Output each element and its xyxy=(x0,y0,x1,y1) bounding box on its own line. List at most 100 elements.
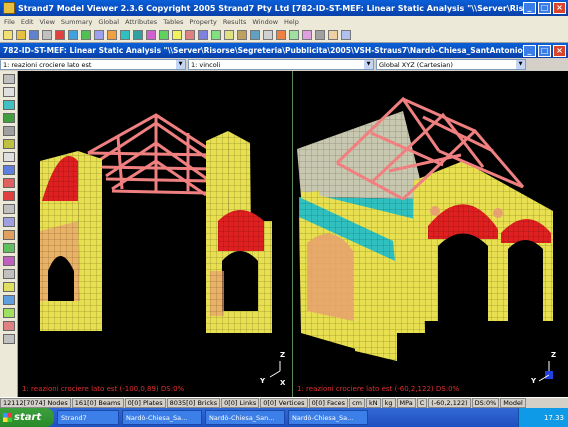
group-icon[interactable] xyxy=(2,230,15,240)
property-icon[interactable] xyxy=(2,256,15,266)
case-selectors: 1: reazioni crociere lato est ▼ 1: vinco… xyxy=(0,59,568,71)
open-folder-icon[interactable] xyxy=(16,29,26,40)
chevron-down-icon[interactable]: ▼ xyxy=(364,60,373,69)
viewport-right-label: 1: reazioni crociere lato est (-60,2,122… xyxy=(297,385,460,393)
rotate-icon[interactable] xyxy=(146,29,156,40)
menu-file[interactable]: File xyxy=(4,18,15,26)
freedom-case-select[interactable]: 1: vincoli ▼ xyxy=(188,59,374,70)
new-icon[interactable] xyxy=(3,29,13,40)
entity-icon[interactable] xyxy=(2,243,15,253)
redo-icon[interactable] xyxy=(107,29,117,40)
restraint-icon[interactable] xyxy=(2,191,15,201)
shade-icon[interactable] xyxy=(2,308,15,318)
menu-tables[interactable]: Tables xyxy=(163,18,183,26)
load-case-select[interactable]: 1: reazioni crociere lato est ▼ xyxy=(0,59,186,70)
taskbar: start Strand7 Nardò-Chiesa_Sa... Nardò-C… xyxy=(0,408,568,427)
face-icon[interactable] xyxy=(2,165,15,175)
view-y-icon[interactable] xyxy=(211,29,221,40)
close-button[interactable]: × xyxy=(553,2,566,14)
results-icon[interactable] xyxy=(276,29,286,40)
light-icon[interactable] xyxy=(172,29,182,40)
doc-close-button[interactable]: × xyxy=(553,44,566,57)
animate-icon[interactable] xyxy=(315,29,325,40)
chevron-down-icon[interactable]: ▼ xyxy=(516,60,525,69)
print-icon[interactable] xyxy=(42,29,52,40)
start-button[interactable]: start xyxy=(0,408,54,427)
link-icon[interactable] xyxy=(2,139,15,149)
minimize-button[interactable]: _ xyxy=(523,2,536,14)
menu-bar: File Edit View Summary Global Attributes… xyxy=(0,16,568,27)
status-beams: 161[0] Beams xyxy=(71,398,124,408)
filter-icon[interactable] xyxy=(2,269,15,279)
vector-icon[interactable] xyxy=(302,29,312,40)
freedom-case-value: 1: vincoli xyxy=(191,60,221,69)
maximize-button[interactable]: □ xyxy=(538,2,551,14)
display-icon[interactable] xyxy=(2,282,15,292)
load-case-value: 1: reazioni crociere lato est xyxy=(3,60,92,69)
taskbar-item-doc2[interactable]: Nardò-Chiesa_San... xyxy=(205,410,285,425)
contour-icon[interactable] xyxy=(289,29,299,40)
document-title-bar: 782-ID-ST-MEF: Linear Static Analysis "\… xyxy=(0,43,568,58)
pan-icon[interactable] xyxy=(159,29,169,40)
taskbar-item-doc3[interactable]: Nardò-Chiesa_Sa... xyxy=(288,410,368,425)
node-icon[interactable] xyxy=(2,87,15,97)
label-icon[interactable] xyxy=(2,321,15,331)
menu-help[interactable]: Help xyxy=(284,18,299,26)
menu-global[interactable]: Global xyxy=(98,18,119,26)
wireframe-icon[interactable] xyxy=(2,295,15,305)
cut-icon[interactable] xyxy=(55,29,65,40)
system-tray: 17.33 xyxy=(518,408,568,427)
show-all-icon[interactable] xyxy=(250,29,260,40)
doc-maximize-button[interactable]: □ xyxy=(538,44,551,57)
axis-z-label: Z xyxy=(551,351,557,359)
print-view-icon[interactable] xyxy=(2,334,15,344)
save-icon[interactable] xyxy=(29,29,39,40)
unit-mass: kg xyxy=(381,398,396,408)
vertex-icon[interactable] xyxy=(2,152,15,162)
menu-window[interactable]: Window xyxy=(252,18,278,26)
viewport-left[interactable]: Z Y X 1: reazioni crociere lato est (-10… xyxy=(18,71,292,397)
status-links: 0[0] Links xyxy=(221,398,260,408)
grid-icon[interactable] xyxy=(237,29,247,40)
beam-icon[interactable] xyxy=(2,100,15,110)
settings-icon[interactable] xyxy=(263,29,273,40)
undo-icon[interactable] xyxy=(94,29,104,40)
document-title: 782-ID-ST-MEF: Linear Static Analysis "\… xyxy=(3,46,523,55)
unit-temp: C xyxy=(416,398,428,408)
app-icon[interactable] xyxy=(3,2,15,14)
pointer-icon[interactable] xyxy=(2,74,15,84)
model-render-left xyxy=(40,113,281,378)
menu-edit[interactable]: Edit xyxy=(21,18,34,26)
load-icon[interactable] xyxy=(2,178,15,188)
view-x-icon[interactable] xyxy=(198,29,208,40)
select-icon[interactable] xyxy=(185,29,195,40)
menu-view[interactable]: View xyxy=(39,18,54,26)
menu-summary[interactable]: Summary xyxy=(61,18,92,26)
copy-icon[interactable] xyxy=(68,29,78,40)
main-toolbar xyxy=(0,27,568,43)
taskbar-item-doc1[interactable]: Nardò-Chiesa_Sa... xyxy=(122,410,202,425)
viewport-right[interactable]: Z Y 1: reazioni crociere lato est (-60,2… xyxy=(292,71,568,397)
section-icon[interactable] xyxy=(2,217,15,227)
status-coord: (-60,2,122) xyxy=(428,398,471,408)
status-nodes: 12112[7074] Nodes xyxy=(0,398,71,408)
menu-attributes[interactable]: Attributes xyxy=(125,18,157,26)
unit-stress: MPa xyxy=(396,398,416,408)
menu-results[interactable]: Results xyxy=(223,18,246,26)
status-plates: 0[0] Plates xyxy=(124,398,166,408)
doc-minimize-button[interactable]: _ xyxy=(523,44,536,57)
measure-icon[interactable] xyxy=(2,204,15,214)
left-toolbar xyxy=(0,71,18,397)
menu-property[interactable]: Property xyxy=(189,18,217,26)
brick-icon[interactable] xyxy=(2,126,15,136)
taskbar-item-strand7[interactable]: Strand7 xyxy=(57,410,119,425)
coord-system-select[interactable]: Global XYZ (Cartesian) ▼ xyxy=(376,59,526,70)
paste-icon[interactable] xyxy=(81,29,91,40)
help-icon[interactable] xyxy=(341,29,351,40)
plate-icon[interactable] xyxy=(2,113,15,123)
view-z-icon[interactable] xyxy=(224,29,234,40)
zoom-in-icon[interactable] xyxy=(120,29,130,40)
zoom-out-icon[interactable] xyxy=(133,29,143,40)
info-icon[interactable] xyxy=(328,29,338,40)
chevron-down-icon[interactable]: ▼ xyxy=(176,60,185,69)
